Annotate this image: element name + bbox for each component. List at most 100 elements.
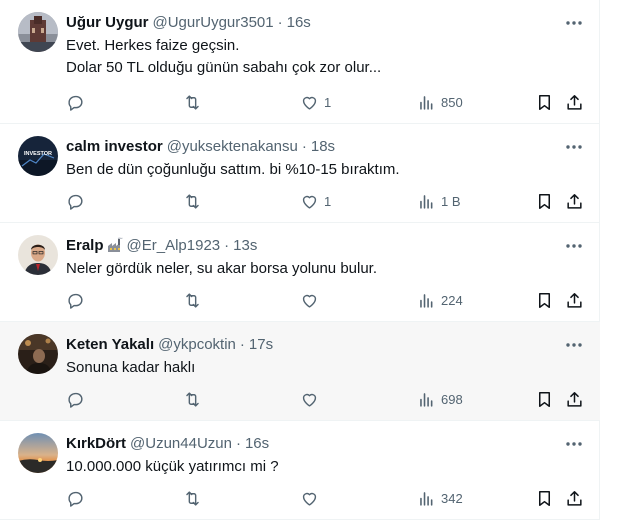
share-icon [567,94,582,110]
avatar-building-photo [18,12,58,52]
timestamp[interactable]: 17s [249,336,273,353]
tweet[interactable]: Eralp @Er_Alp1923 · 13s Neler gördük nel… [0,223,600,322]
share-button[interactable] [565,288,584,312]
avatar[interactable] [18,334,58,374]
like-button[interactable] [300,486,324,510]
tweet-actions: 224 [60,288,590,312]
view-count: 850 [441,94,463,110]
reply-icon [68,293,83,309]
retweet-button[interactable] [183,486,202,510]
factory-emoji-icon [107,237,123,253]
display-name[interactable]: calm investor [66,138,163,155]
tweet[interactable]: Keten Yakalı @ykpcoktin · 17s Sonuna kad… [0,322,600,421]
view-count: 342 [441,490,463,506]
tweet[interactable]: KırkDört @Uzun44Uzun · 16s 10.000.000 kü… [0,421,600,520]
share-icon [567,193,582,209]
bookmark-button[interactable] [535,189,554,213]
like-button[interactable] [300,387,324,411]
separator-dot: · [235,434,241,452]
heart-icon [302,294,317,308]
more-options-icon[interactable] [563,435,585,453]
separator-dot: · [301,137,307,155]
more-options-icon[interactable] [563,138,585,156]
bookmark-button[interactable] [535,90,554,114]
tweet-text: Neler gördük neler, su akar borsa yolunu… [66,260,378,277]
separator-dot: · [224,236,230,254]
bookmark-icon [538,94,551,110]
display-name[interactable]: Uğur Uygur [66,14,149,31]
more-options-icon[interactable] [563,237,585,255]
tweet-text: 10.000.000 küçük yatırımcı mi ? [66,458,279,475]
views-button[interactable]: 850 [417,90,463,114]
timestamp[interactable]: 13s [233,237,257,254]
heart-icon [302,96,317,110]
tweet-actions: 698 [60,387,590,411]
bookmark-button[interactable] [535,486,554,510]
views-bar-chart-icon [420,293,433,308]
reply-button[interactable] [66,486,85,510]
share-button[interactable] [565,90,584,114]
more-options-icon[interactable] [563,336,585,354]
avatar[interactable]: INVESTOR [18,136,58,176]
tweet-actions: 1 1 B [60,189,590,213]
tweet[interactable]: INVESTOR calm investor @yuksektenakansu … [0,124,600,223]
user-handle[interactable]: @yuksektenakansu [167,138,298,155]
share-button[interactable] [565,189,584,213]
views-button[interactable]: 342 [417,486,463,510]
avatar[interactable] [18,235,58,275]
view-count: 698 [441,391,463,407]
views-bar-chart-icon [420,491,433,506]
share-button[interactable] [565,486,584,510]
separator-dot: · [277,13,283,31]
timestamp[interactable]: 16s [245,435,269,452]
user-handle[interactable]: @ykpcoktin [158,336,236,353]
heart-icon [302,393,317,407]
bookmark-icon [538,490,551,506]
user-handle[interactable]: @Uzun44Uzun [130,435,232,452]
share-icon [567,391,582,407]
display-name[interactable]: Keten Yakalı [66,336,154,353]
reply-button[interactable] [66,288,85,312]
bookmark-button[interactable] [535,288,554,312]
more-options-icon[interactable] [563,14,585,32]
timestamp[interactable]: 16s [287,14,311,31]
avatar-portrait-photo [18,235,58,275]
views-button[interactable]: 1 B [417,189,461,213]
bookmark-icon [538,391,551,407]
reply-button[interactable] [66,90,85,114]
retweet-icon [186,193,199,209]
views-button[interactable]: 698 [417,387,463,411]
view-count: 224 [441,292,463,308]
tweet-actions: 342 [60,486,590,510]
tweet-text: Sonuna kadar haklı [66,359,196,376]
avatar[interactable] [18,433,58,473]
avatar-investor-badge: INVESTOR [18,136,58,176]
user-handle[interactable]: @UgurUygur3501 [153,14,274,31]
display-name[interactable]: KırkDört [66,435,126,452]
reply-button[interactable] [66,387,85,411]
reply-icon [68,392,83,408]
bookmark-icon [538,193,551,209]
tweet[interactable]: Uğur Uygur @UgurUygur3501 · 16s Evet. He… [0,0,600,124]
retweet-button[interactable] [183,189,202,213]
views-button[interactable]: 224 [417,288,463,312]
view-count: 1 B [441,193,461,209]
retweet-button[interactable] [183,387,202,411]
like-button[interactable] [300,288,324,312]
retweet-icon [186,490,199,506]
timestamp[interactable]: 18s [311,138,335,155]
views-bar-chart-icon [420,392,433,407]
reply-button[interactable] [66,189,85,213]
retweet-button[interactable] [183,288,202,312]
like-button[interactable]: 1 [300,189,331,213]
avatar-dark-photo [18,334,58,374]
share-button[interactable] [565,387,584,411]
display-name[interactable]: Eralp [66,237,104,254]
user-handle[interactable]: @Er_Alp1923 [127,237,221,254]
avatar[interactable] [18,12,58,52]
like-button[interactable]: 1 [300,90,331,114]
bookmark-button[interactable] [535,387,554,411]
retweet-button[interactable] [183,90,202,114]
like-count: 1 [324,94,332,110]
retweet-icon [186,391,199,407]
